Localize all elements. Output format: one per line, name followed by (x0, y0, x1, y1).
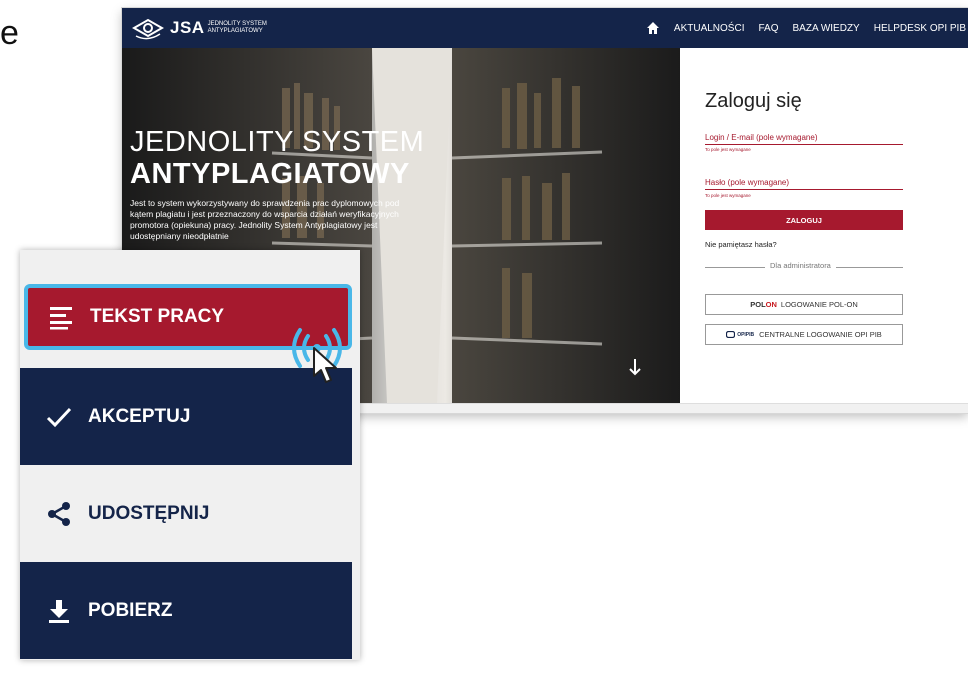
hero-title-line1: JEDNOLITY SYSTEM (130, 126, 425, 158)
forgot-password-link[interactable]: Nie pamiętasz hasła? (705, 240, 777, 249)
menu-item-akceptuj[interactable]: AKCEPTUJ (20, 368, 352, 465)
password-field-error: To pole jest wymagane (705, 193, 751, 198)
nav-aktualnosci[interactable]: AKTUALNOŚCI (674, 23, 745, 34)
nav-faq[interactable]: FAQ (758, 23, 778, 34)
mouse-pointer-icon (313, 347, 337, 383)
hero-title-line2: ANTYPLAGIATOWY (130, 158, 410, 190)
polon-login-button[interactable]: POLON LOGOWANIE POL-ON (705, 294, 903, 315)
main-nav: AKTUALNOŚCI FAQ BAZA WIEDZY HELPDESK OPI… (646, 8, 968, 48)
menu-label-pobierz: POBIERZ (88, 599, 173, 621)
login-field-error: To pole jest wymagane (705, 147, 751, 152)
polon-login-label: LOGOWANIE POL-ON (780, 300, 858, 309)
top-navigation-bar: JSA JEDNOLITY SYSTEM ANTYPLAGIATOWY AKTU… (122, 8, 968, 48)
login-button[interactable]: ZALOGUJ (705, 210, 903, 230)
cropped-text-fragment: e (0, 14, 19, 52)
eye-logo-icon (132, 18, 164, 40)
logo-subtitle-line2: ANTYPLAGIATOWY (207, 28, 263, 34)
logo-short-name: JSA (170, 18, 205, 37)
login-title: Zaloguj się (705, 90, 802, 112)
polon-logo: POLON (750, 300, 777, 309)
download-icon (49, 599, 69, 623)
opi-logo-text: OPIPIB (737, 331, 755, 338)
polon-logo-part-b: ON (765, 300, 777, 309)
menu-item-udostepnij[interactable]: UDOSTĘPNIJ (20, 465, 352, 562)
opi-logo-icon (726, 331, 736, 338)
opi-login-button[interactable]: OPIPIB CENTRALNE LOGOWANIE OPI PIB (705, 324, 903, 345)
hero-description: Jest to system wykorzystywany do sprawdz… (130, 198, 400, 241)
menu-label-tekst-pracy: TEKST PRACY (90, 306, 225, 327)
opi-logo: OPIPIB (726, 331, 754, 338)
share-icon (48, 501, 70, 526)
nav-baza-wiedzy[interactable]: BAZA WIEDZY (793, 23, 860, 34)
nav-helpdesk[interactable]: HELPDESK OPI PIB (874, 23, 966, 34)
polon-logo-part-a: POL (750, 300, 766, 309)
logo-subtitle-line1: JEDNOLITY SYSTEM (207, 21, 267, 27)
logo-subtitle: JEDNOLITY SYSTEM ANTYPLAGIATOWY (208, 21, 267, 35)
jsa-logo[interactable]: JSA JEDNOLITY SYSTEM ANTYPLAGIATOWY (132, 16, 267, 40)
arrow-down-icon[interactable] (628, 358, 642, 376)
menu-label-udostepnij: UDOSTĘPNIJ (88, 502, 210, 524)
login-field-underline (705, 144, 903, 145)
menu-item-pobierz[interactable]: POBIERZ (20, 562, 352, 659)
admin-divider-label: Dla administratora (765, 261, 836, 270)
login-field[interactable]: Login / E-mail (pole wymagane) (705, 133, 818, 142)
action-menu-zoom: TEKST PRACY AKCEPTUJ UDOSTĘPNIJ POBIERZ (20, 250, 360, 660)
home-icon[interactable] (646, 21, 660, 35)
menu-label-akceptuj: AKCEPTUJ (88, 405, 191, 427)
text-lines-icon (50, 307, 72, 330)
opi-login-label: CENTRALNE LOGOWANIE OPI PIB (759, 330, 882, 339)
login-panel: Zaloguj się Login / E-mail (pole wymagan… (680, 48, 968, 403)
checkmark-icon (46, 407, 72, 427)
password-field[interactable]: Hasło (pole wymagane) (705, 178, 789, 187)
password-field-underline (705, 189, 903, 190)
